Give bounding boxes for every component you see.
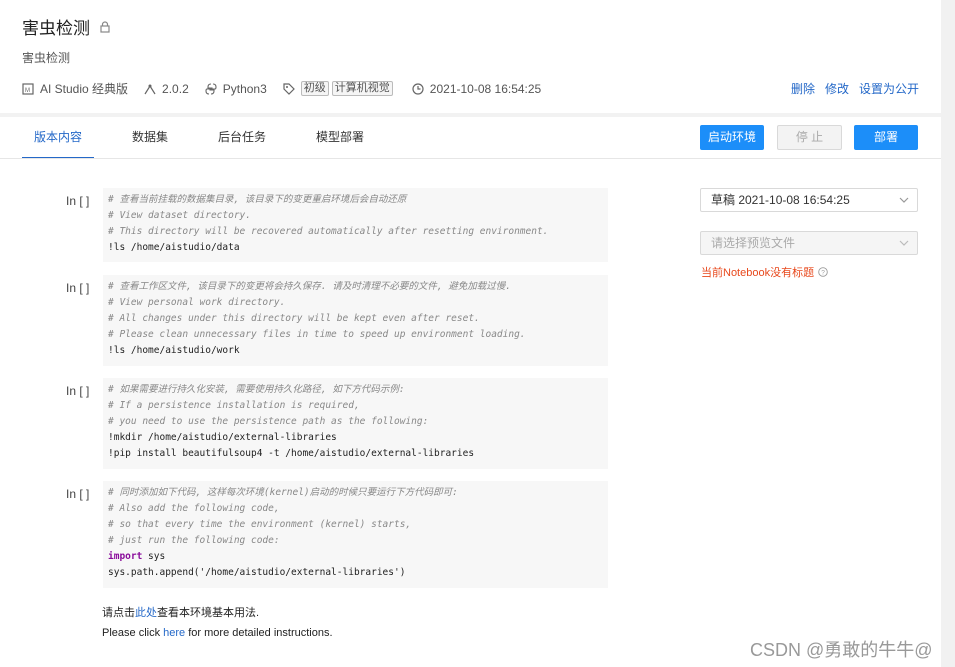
start-environment-button[interactable]: 启动环境: [700, 125, 764, 150]
chevron-down-icon: [899, 240, 909, 246]
version-select[interactable]: 草稿 2021-10-08 16:54:25: [700, 188, 918, 212]
version-icon: [144, 84, 156, 94]
notebook-icon: M: [22, 82, 34, 95]
code-keyword: import: [108, 551, 143, 562]
code-line: # so that every time the environment (ke…: [108, 519, 412, 530]
code-line: # just run the following code:: [108, 535, 280, 546]
tag-icon: [283, 82, 295, 95]
note-text: 请点击: [102, 607, 135, 619]
platform-label: AI Studio 经典版: [40, 82, 129, 96]
cell-prompt: In [ ]: [66, 384, 90, 398]
tab-model-deploy[interactable]: 模型部署: [304, 122, 376, 157]
code-line: !mkdir /home/aistudio/external-libraries: [108, 432, 337, 443]
note-text: for more detailed instructions.: [185, 627, 333, 639]
code-line: sys: [142, 551, 166, 562]
project-actions: 删除 修改 设置为公开: [781, 80, 919, 97]
note-text: 查看本环境基本用法.: [157, 607, 260, 619]
svg-text:M: M: [25, 88, 30, 94]
edit-link[interactable]: 修改: [825, 80, 849, 97]
svg-text:?: ?: [821, 270, 825, 277]
lock-icon: [100, 20, 110, 33]
meta-datetime: 2021-10-08 16:54:25: [412, 82, 541, 96]
warning-text: 当前Notebook没有标题: [701, 267, 815, 279]
header-separator: [0, 113, 941, 117]
notebook-title-warning: 当前Notebook没有标题 ?: [701, 264, 828, 280]
make-public-link[interactable]: 设置为公开: [859, 80, 919, 97]
deploy-button[interactable]: 部署: [854, 125, 918, 150]
code-line: # 如果需要进行持久化安装, 需要使用持久化路径, 如下方代码示例:: [108, 384, 405, 395]
code-line: # you need to use the persistence path a…: [108, 416, 429, 427]
meta-version: 2.0.2: [144, 82, 189, 96]
code-line: # 查看工作区文件, 该目录下的变更将会持久保存. 请及时清理不必要的文件, 避…: [108, 281, 511, 292]
stop-button[interactable]: 停 止: [777, 125, 842, 150]
project-title: 害虫检测: [22, 14, 922, 39]
code-cell[interactable]: # 查看工作区文件, 该目录下的变更将会持久保存. 请及时清理不必要的文件, 避…: [103, 275, 608, 366]
code-line: # If a persistence installation is requi…: [108, 400, 360, 411]
project-title-text: 害虫检测: [22, 19, 90, 38]
meta-tags: 初级 计算机视觉: [283, 81, 396, 96]
preview-select-placeholder: 请选择预览文件: [711, 236, 796, 250]
delete-link[interactable]: 删除: [791, 80, 815, 97]
clock-icon: [412, 82, 424, 95]
project-subtitle: 害虫检测: [22, 51, 71, 65]
project-meta: M AI Studio 经典版 2.0.2 Python3 初级 计算机视觉 2…: [22, 80, 919, 97]
code-line: !pip install beautifulsoup4 -t /home/ais…: [108, 448, 475, 459]
tag-category[interactable]: 计算机视觉: [331, 81, 393, 96]
note-text: Please click: [102, 627, 164, 639]
code-line: # Please clean unnecessary files in time…: [108, 329, 526, 340]
preview-file-select[interactable]: 请选择预览文件: [700, 231, 918, 255]
cell-prompt: In [ ]: [66, 487, 90, 501]
code-line: # All changes under this directory will …: [108, 313, 480, 324]
code-line: # 同时添加如下代码, 这样每次环境(kernel)启动的时候只要运行下方代码即…: [108, 487, 458, 498]
meta-platform: M AI Studio 经典版: [22, 80, 128, 97]
usage-note-cn: 请点击此处查看本环境基本用法.: [102, 604, 259, 620]
meta-language: Python3: [205, 82, 267, 96]
page-scrollbar[interactable]: [941, 0, 955, 667]
watermark: CSDN @勇敢的牛牛@: [750, 640, 933, 660]
code-line: !ls /home/aistudio/data: [108, 242, 240, 253]
code-line: !ls /home/aistudio/work: [108, 345, 240, 356]
usage-note-en: Please click here for more detailed inst…: [102, 627, 333, 639]
tab-divider: [0, 158, 941, 159]
version-label: 2.0.2: [162, 81, 189, 96]
usage-link-cn[interactable]: 此处: [135, 607, 157, 619]
code-line: # View dataset directory.: [108, 210, 251, 221]
code-cell[interactable]: # 如果需要进行持久化安装, 需要使用持久化路径, 如下方代码示例: # If …: [103, 378, 608, 469]
cell-prompt: In [ ]: [66, 281, 90, 295]
code-line: # Also add the following code,: [108, 503, 280, 514]
cell-prompt: In [ ]: [66, 194, 90, 208]
tab-background-tasks[interactable]: 后台任务: [206, 122, 278, 157]
tab-dataset[interactable]: 数据集: [120, 122, 180, 157]
help-icon[interactable]: ?: [818, 267, 828, 277]
usage-link-en[interactable]: here: [163, 627, 185, 639]
chevron-down-icon: [899, 197, 909, 203]
datetime-label: 2021-10-08 16:54:25: [429, 81, 542, 96]
tab-bar: 版本内容 数据集 后台任务 模型部署: [22, 122, 402, 159]
code-line: # This directory will be recovered autom…: [108, 226, 549, 237]
code-cell[interactable]: # 同时添加如下代码, 这样每次环境(kernel)启动的时候只要运行下方代码即…: [103, 481, 608, 588]
code-line: # 查看当前挂载的数据集目录, 该目录下的变更重启环境后会自动还原: [108, 194, 407, 205]
tag-level[interactable]: 初级: [300, 81, 329, 96]
code-cell[interactable]: # 查看当前挂载的数据集目录, 该目录下的变更重启环境后会自动还原 # View…: [103, 188, 608, 262]
code-line: sys.path.append('/home/aistudio/external…: [108, 567, 406, 578]
python-icon: [205, 82, 217, 95]
project-header: 害虫检测 害虫检测 M AI Studio 经典版 2.0.2 Python3 …: [22, 14, 922, 96]
version-select-value: 草稿 2021-10-08 16:54:25: [711, 193, 850, 207]
language-label: Python3: [222, 81, 267, 96]
tab-version-content[interactable]: 版本内容: [22, 122, 95, 159]
code-line: # View personal work directory.: [108, 297, 286, 308]
